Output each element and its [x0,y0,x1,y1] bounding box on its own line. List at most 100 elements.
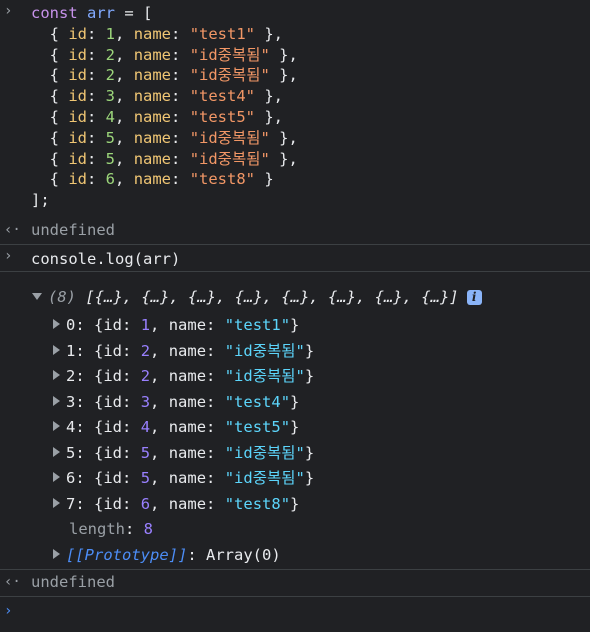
object-name: console [31,250,97,268]
expand-triangle-icon[interactable] [53,548,60,559]
code-token-punc: : [87,45,106,64]
entry-id: 4 [140,418,151,436]
prototype-label: [[Prototype]] [66,545,188,564]
code-token-punc: : [87,149,106,168]
code-token-num: 3 [105,87,116,106]
entry-index: 3 [66,392,76,411]
array-entry-row[interactable]: 5: {id: 5, name: "id중복됨"} [53,441,314,467]
array-entry-row[interactable]: 6: {id: 5, name: "id중복됨"} [53,466,314,492]
prototype-row[interactable]: [[Prototype]]: Array(0) [53,543,314,569]
expand-triangle-icon[interactable] [53,344,60,355]
code-line: ]; [31,190,298,211]
code-line: { id: 1, name: "test1" }, [31,24,298,45]
array-entry-row[interactable]: 3: {id: 3, name: "test4"} [53,390,314,416]
code-line: const arr = [ [31,3,298,24]
code-token-num: 1 [105,24,116,43]
expand-triangle-icon[interactable] [53,370,60,380]
console-prompt[interactable]: › [0,597,590,627]
close-paren: ) [171,250,181,268]
code-token-punc: : [171,45,190,64]
code-token-punc: : [87,87,106,106]
console-log-output: (8) [{…}, {…}, {…}, {…}, {…}, {…}, {…}, … [0,272,590,570]
length-row: length: 8 [69,520,154,538]
entry-name: "id중복됨" [224,367,305,385]
expand-triangle-icon[interactable] [53,319,60,329]
array-entry-row[interactable]: 1: {id: 2, name: "id중복됨"} [53,339,314,365]
expand-triangle-icon[interactable] [53,446,60,457]
array-entry-row[interactable]: 0: {id: 1, name: "test1"} [53,313,314,339]
code-block[interactable]: const arr = [ { id: 1, name: "test1" }, … [31,3,298,211]
console-result-entry: ‹· undefined [0,218,590,245]
code-token-punc: ]; [31,191,50,210]
code-token-prop: name [133,149,172,168]
code-line: { id: 2, name: "id중복됨" }, [31,65,298,86]
entry-index: 6 [66,469,76,487]
open-paren: ( [133,250,144,268]
argument-name: arr [143,250,172,268]
code-token-punc: { [31,24,69,43]
code-line: { id: 5, name: "id중복됨" }, [31,149,298,170]
code-token-num: 5 [105,128,116,147]
entry-id: 2 [140,341,151,360]
code-token-punc: } [255,170,274,189]
length-value: 8 [143,520,154,538]
code-token-punc: }, [255,87,284,106]
code-token-punc: : [87,170,106,189]
array-entry-row[interactable]: 2: {id: 2, name: "id중복됨"} [53,364,314,390]
code-token-punc: , [115,24,134,43]
code-token-num: 6 [105,170,116,189]
entry-id: 5 [140,443,151,462]
console-input-entry[interactable]: › const arr = [ { id: 1, name: "test1" }… [0,0,590,218]
code-token-prop: id [68,149,87,168]
info-icon[interactable]: i [466,290,482,305]
devtools-console: › const arr = [ { id: 1, name: "test1" }… [0,0,590,632]
code-token-punc: { [31,170,69,189]
expand-triangle-icon[interactable] [53,421,60,431]
code-token-prop: name [133,66,172,85]
code-token-punc: { [31,149,69,168]
code-line: { id: 5, name: "id중복됨" }, [31,128,298,149]
code-token-prop: name [133,107,172,126]
expand-triangle-icon[interactable] [32,293,42,300]
code-token-punc: { [31,107,69,126]
code-token-punc: }, [255,107,284,126]
code-token-str: "test4" [189,87,256,106]
expand-triangle-icon[interactable] [53,472,60,482]
return-arrow-icon: ‹· [4,222,21,238]
console-input-entry[interactable]: › console.log(arr) [0,245,590,272]
code-token-punc: : [171,87,190,106]
expand-triangle-icon[interactable] [53,497,60,508]
code-token-punc: = [ [115,4,153,22]
entry-name: "test1" [224,316,291,334]
console-result-entry: ‹· undefined [0,570,590,597]
log-call[interactable]: console.log(arr) [31,250,180,268]
code-token-ident: arr [87,4,115,22]
array-entry-row[interactable]: 7: {id: 6, name: "test8"} [53,492,314,518]
result-value: undefined [31,573,115,591]
code-token-punc: , [115,170,134,189]
code-token-punc: : [87,66,106,85]
code-token-punc: }, [269,149,298,168]
array-entry-row[interactable]: 4: {id: 4, name: "test5"} [53,415,314,441]
code-token-prop: name [133,170,172,189]
code-token-punc: { [31,128,69,147]
code-token-punc: { [31,45,69,64]
code-token-punc: : [171,149,190,168]
code-token-num: 2 [105,45,116,64]
code-token-punc: , [115,128,134,147]
code-token-punc: : [171,24,190,43]
array-summary[interactable]: (8) [{…}, {…}, {…}, {…}, {…}, {…}, {…}, … [32,288,482,306]
code-token-num: 2 [105,66,116,85]
code-token-prop: name [133,24,172,43]
entry-index: 7 [66,494,76,513]
expand-triangle-icon[interactable] [53,395,60,406]
code-line: { id: 6, name: "test8" } [31,169,298,190]
entry-index: 0 [66,316,76,334]
code-token-kw: const [31,4,87,22]
prototype-value: Array(0) [206,545,281,564]
code-token-prop: name [133,45,172,64]
code-token-punc: : [171,107,190,126]
code-token-punc: { [31,87,69,106]
entry-name: "id중복됨" [224,443,305,462]
entry-index: 2 [66,367,76,385]
